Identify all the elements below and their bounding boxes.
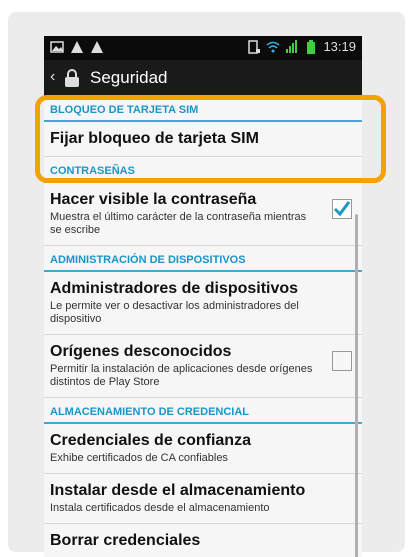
highlight-callout — [35, 95, 386, 183]
checkmark-icon — [333, 201, 351, 217]
visible-password-item[interactable]: Hacer visible la contraseña Muestra el ú… — [44, 183, 362, 246]
install-from-storage-subtitle: Instala certificados desde el almacenami… — [50, 502, 270, 514]
scrollbar[interactable] — [355, 214, 358, 557]
unknown-sources-checkbox[interactable] — [332, 351, 352, 371]
gallery-notification-icon — [50, 41, 64, 53]
trusted-credentials-title: Credenciales de confianza — [50, 432, 251, 449]
trusted-credentials-item[interactable]: Credenciales de confianza Exhibe certifi… — [44, 424, 362, 474]
unknown-sources-subtitle: Permitir la instalación de aplicaciones … — [50, 363, 313, 388]
device-admins-title: Administradores de dispositivos — [50, 280, 299, 297]
device-admins-subtitle: Le permite ver o desactivar los administ… — [50, 300, 299, 325]
status-right-icons: 13:19 — [247, 39, 356, 54]
wifi-icon — [266, 41, 280, 52]
phone-rotation-icon — [248, 39, 261, 54]
lock-icon — [65, 69, 79, 87]
visible-password-subtitle: Muestra el último carácter de la contras… — [50, 211, 307, 236]
unknown-sources-item[interactable]: Orígenes desconocidos Permitir la instal… — [44, 335, 362, 398]
signal-icon — [286, 39, 298, 53]
visible-password-checkbox[interactable] — [332, 199, 352, 219]
warning-icon-2 — [91, 41, 103, 53]
install-from-storage-item[interactable]: Instalar desde el almacenamiento Instala… — [44, 474, 362, 524]
clear-credentials-title: Borrar credenciales — [50, 532, 201, 549]
page-title: Seguridad — [90, 68, 168, 87]
back-chevron-icon[interactable]: ‹ — [50, 68, 55, 86]
unknown-sources-title: Orígenes desconocidos — [50, 343, 232, 360]
section-header-credentials: ALMACENAMIENTO DE CREDENCIAL — [44, 398, 362, 424]
status-left-icons — [50, 40, 104, 54]
visible-password-title: Hacer visible la contraseña — [50, 191, 257, 208]
trusted-credentials-subtitle: Exhibe certificados de CA confiables — [50, 452, 228, 464]
install-from-storage-title: Instalar desde el almacenamiento — [50, 482, 306, 499]
battery-icon — [307, 39, 316, 54]
warning-icon — [71, 41, 83, 53]
section-header-admin: ADMINISTRACIÓN DE DISPOSITIVOS — [44, 246, 362, 272]
status-time: 13:19 — [323, 39, 356, 54]
clear-credentials-item[interactable]: Borrar credenciales — [44, 524, 362, 557]
status-bar: 13:19 — [44, 36, 362, 60]
action-bar: ‹ Seguridad — [44, 60, 362, 96]
device-admins-item[interactable]: Administradores de dispositivos Le permi… — [44, 272, 362, 335]
